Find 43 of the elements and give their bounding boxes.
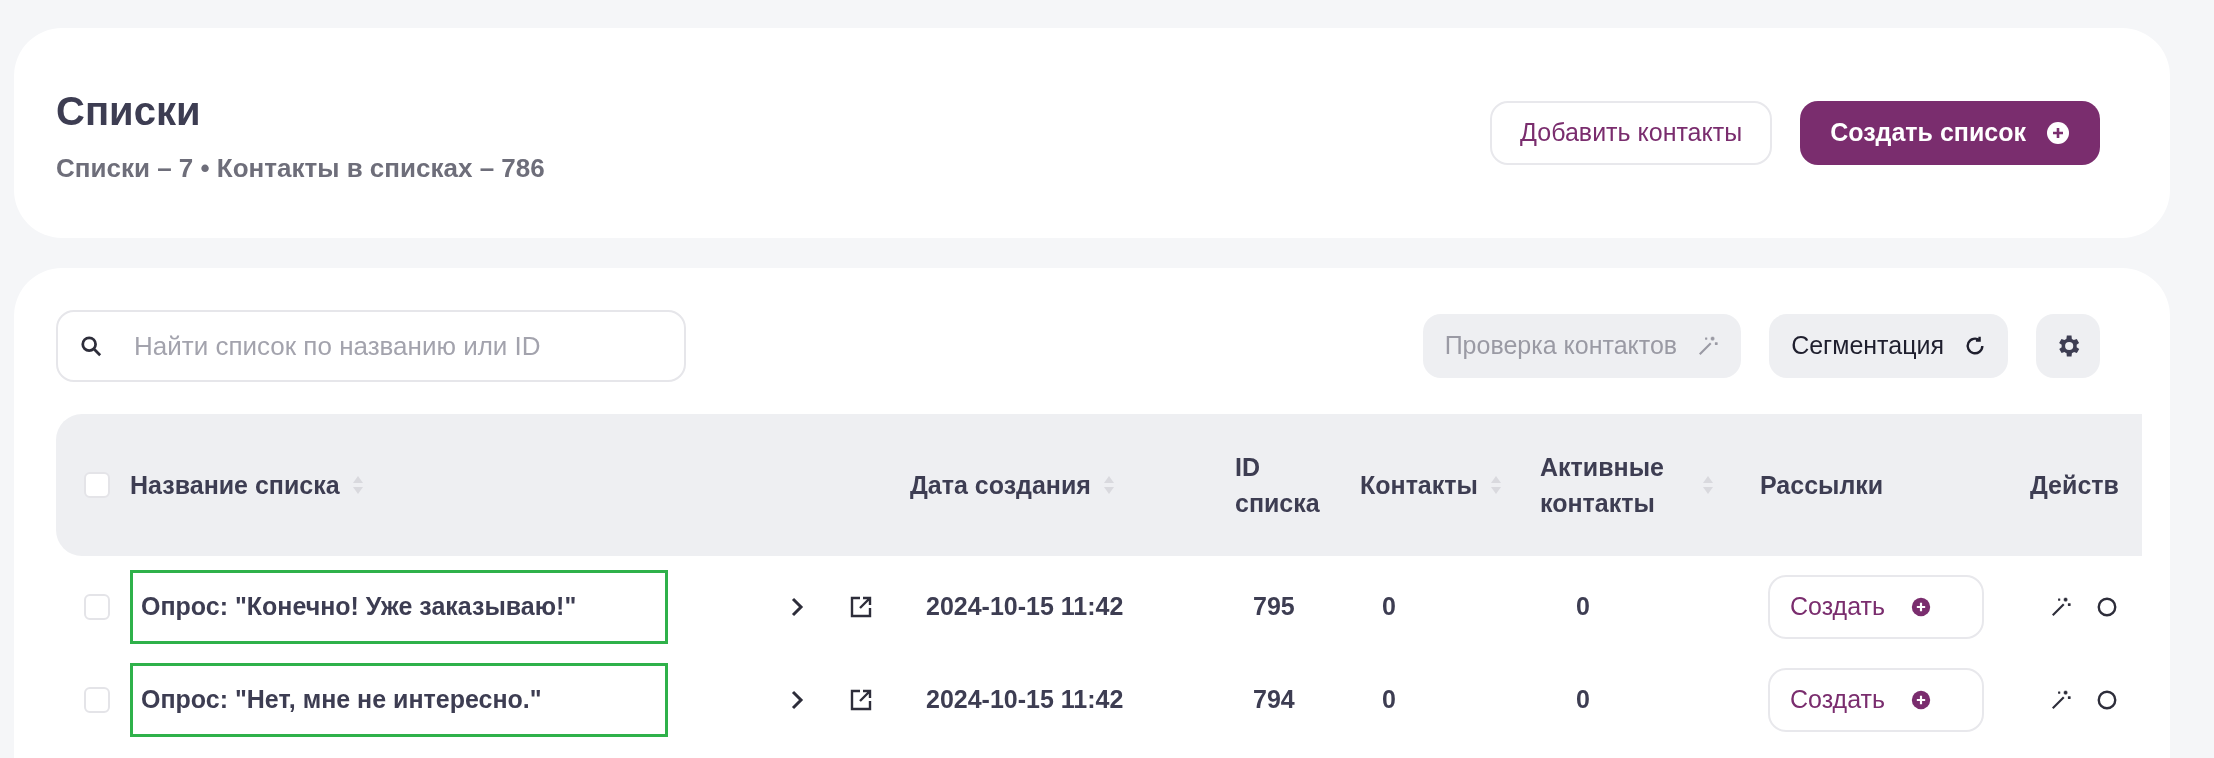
active-contacts-count: 0 — [1576, 684, 1590, 713]
search-icon — [80, 335, 102, 357]
list-id: 795 — [1253, 591, 1295, 620]
column-header[interactable]: Дата создания — [910, 466, 1091, 504]
chevron-right-icon[interactable] — [790, 595, 804, 618]
checkbox[interactable] — [84, 472, 110, 498]
page-subtitle: Списки – 7 • Контакты в списках – 786 — [56, 155, 545, 181]
external-link-icon[interactable] — [850, 595, 872, 618]
refresh-icon — [1964, 335, 1986, 357]
magic-wand-icon — [2050, 595, 2072, 618]
created-date: 2024-10-15 11:42 — [926, 591, 1124, 620]
list-name[interactable]: Опрос: "Конечно! Уже заказываю!" — [130, 569, 668, 644]
column-header[interactable]: Название списка — [130, 466, 340, 504]
list-id: 794 — [1253, 684, 1295, 713]
search-field[interactable]: Найти список по названию или ID — [56, 310, 686, 382]
magic-wand-icon — [1697, 335, 1720, 357]
list-name[interactable]: Опрос: "Нет, мне не интересно." — [130, 662, 668, 737]
create-list-button[interactable]: Создать список — [1800, 101, 2100, 165]
column-header[interactable]: Активные контакты — [1540, 448, 1690, 522]
chevron-right-icon[interactable] — [790, 688, 804, 711]
column-header[interactable]: Контакты — [1360, 466, 1478, 504]
circle-icon[interactable] — [2096, 688, 2118, 711]
page-title: Списки — [56, 91, 202, 131]
column-header: Рассылки — [1760, 469, 1884, 501]
created-date: 2024-10-15 11:42 — [926, 684, 1124, 713]
contacts-count: 0 — [1382, 591, 1396, 620]
create-mailing-button[interactable]: Создать — [1768, 667, 1984, 732]
segmentation-button[interactable]: Сегментация — [1769, 314, 2008, 378]
external-link-icon[interactable] — [850, 688, 872, 711]
active-contacts-count: 0 — [1576, 591, 1590, 620]
checkbox[interactable] — [84, 593, 110, 620]
circle-icon[interactable] — [2096, 595, 2118, 618]
plus-circle-icon — [1911, 596, 1931, 617]
checkbox[interactable] — [84, 686, 110, 713]
settings-button[interactable] — [2036, 314, 2100, 378]
plus-circle-icon — [2046, 121, 2070, 145]
magic-wand-icon — [2050, 688, 2072, 711]
create-mailing-button[interactable]: Создать — [1768, 574, 1984, 639]
add-contacts-button[interactable]: Добавить контакты — [1490, 101, 1773, 165]
contacts-count: 0 — [1382, 684, 1396, 713]
column-header: Действ — [2030, 469, 2119, 501]
column-header: ID списка — [1235, 451, 1321, 519]
plus-circle-icon — [1911, 689, 1931, 710]
